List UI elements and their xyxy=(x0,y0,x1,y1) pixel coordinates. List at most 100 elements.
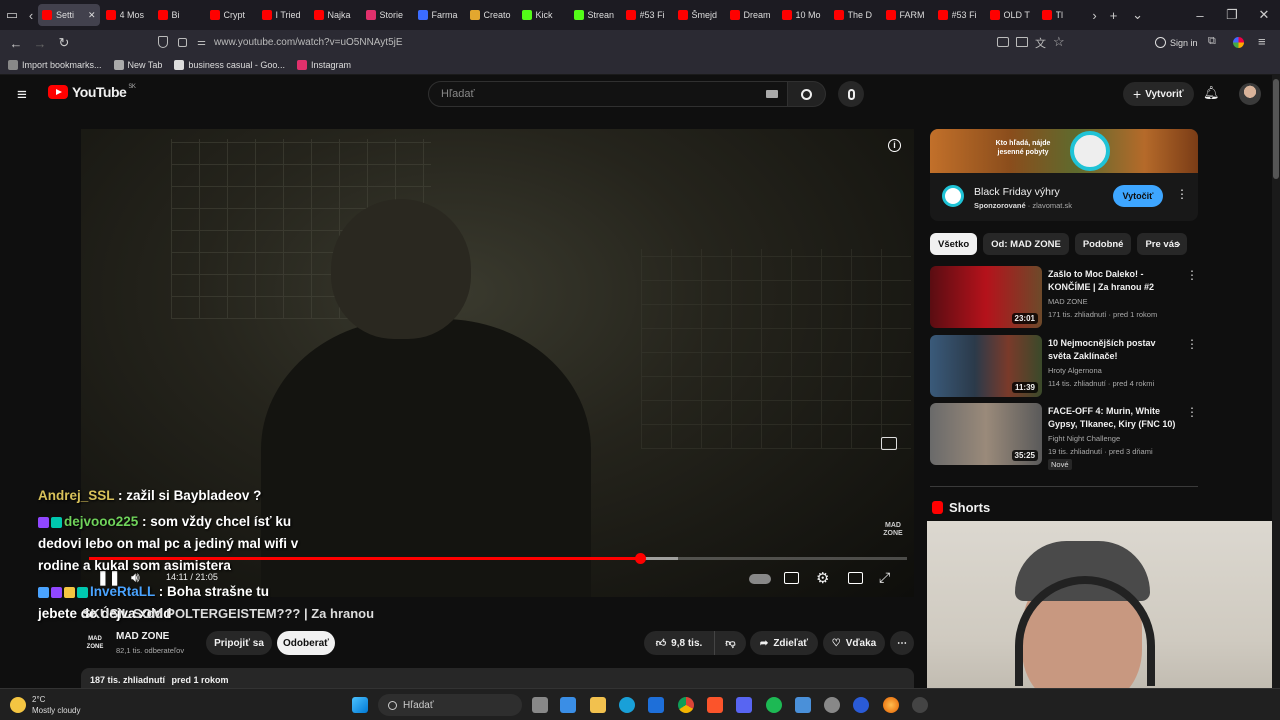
thanks-button[interactable]: ♡ Vďaka xyxy=(823,631,885,655)
channel-watermark[interactable]: MAD ZONE xyxy=(881,522,905,538)
recommended-video[interactable]: 11:39 10 Nejmocnějších postav světa Zaklí… xyxy=(930,335,1198,397)
browser-tab[interactable]: OLD T xyxy=(986,4,1036,26)
browser-tab[interactable]: #53 Fi xyxy=(934,4,984,26)
close-tab-icon[interactable]: ✕ xyxy=(88,10,96,21)
browser-tab[interactable]: Setti ✕ xyxy=(38,4,100,26)
recommended-video[interactable]: 35:25 FACE-OFF 4: Murin, White Gypsy, Tlk… xyxy=(930,403,1198,470)
browser-tab[interactable]: Najka xyxy=(310,4,360,26)
recommended-video-title[interactable]: 10 Nejmocnějších postav světa Zaklínače! xyxy=(1048,337,1178,363)
join-button[interactable]: Pripojiť sa xyxy=(206,631,272,655)
browser-tab[interactable]: Creato xyxy=(466,4,516,26)
video-thumbnail[interactable]: 35:25 xyxy=(930,403,1042,465)
video-menu-icon[interactable]: ⋮ xyxy=(1186,268,1198,282)
bookmark-item[interactable]: Instagram xyxy=(296,60,351,70)
video-thumbnail[interactable]: 23:01 xyxy=(930,266,1042,328)
browser-tab[interactable]: The D xyxy=(830,4,880,26)
edge-icon[interactable] xyxy=(619,697,635,713)
recommended-channel-name[interactable]: MAD ZONE xyxy=(1048,297,1088,306)
file-explorer-icon[interactable] xyxy=(590,697,606,713)
sign-in-button[interactable]: Sign in xyxy=(1155,37,1198,48)
video-menu-icon[interactable]: ⋮ xyxy=(1186,405,1198,419)
filter-chip[interactable]: Podobné xyxy=(1074,233,1132,255)
browser-tab[interactable]: Bi xyxy=(154,4,204,26)
chips-next-icon[interactable]: › xyxy=(1176,235,1181,251)
search-input[interactable]: Hľadať xyxy=(428,81,788,107)
theater-mode-icon[interactable] xyxy=(848,572,863,584)
more-actions-button[interactable]: ⋯ xyxy=(890,631,914,655)
share-button[interactable]: ➦ Zdieľať xyxy=(750,631,818,655)
recommended-channel-name[interactable]: Fight Night Challenge xyxy=(1048,434,1120,443)
extensions-icon[interactable]: ⧉ xyxy=(1208,35,1216,48)
bookmark-star-icon[interactable]: ☆ xyxy=(1053,34,1065,50)
recommended-channel-name[interactable]: Hroty Algernona xyxy=(1048,366,1102,375)
browser-tab[interactable]: Dream xyxy=(726,4,776,26)
chrome-icon[interactable] xyxy=(678,697,694,713)
tab-list-icon[interactable]: ▭ xyxy=(0,4,24,26)
hamburger-menu-icon[interactable]: ≡ xyxy=(17,85,27,105)
profile-extension-icon[interactable] xyxy=(1233,37,1244,48)
keyboard-icon[interactable] xyxy=(766,90,778,98)
browser-tab[interactable]: Šmejd xyxy=(674,4,724,26)
search-button[interactable] xyxy=(788,81,826,107)
firefox-icon[interactable] xyxy=(883,697,899,713)
filter-chip[interactable]: Od: MAD ZONE xyxy=(983,233,1069,255)
browser-tab[interactable]: FARM xyxy=(882,4,932,26)
browser-tab[interactable]: 4 Mos xyxy=(102,4,152,26)
dislike-button[interactable]: 👎︎ xyxy=(714,631,746,655)
lock-icon[interactable] xyxy=(178,38,187,47)
pip-icon[interactable] xyxy=(997,37,1009,47)
url-bar[interactable]: www.youtube.com/watch?v=uO5NNAyt5jE xyxy=(214,37,403,48)
subscribe-button[interactable]: Odoberať xyxy=(277,631,335,655)
subtitles-icon[interactable] xyxy=(784,572,799,584)
browser-tab[interactable]: Tl xyxy=(1038,4,1088,26)
video-info-icon[interactable]: i xyxy=(888,139,901,152)
ad-cta-button[interactable]: Vytočiť xyxy=(1113,185,1163,207)
list-all-tabs-icon[interactable]: ⌄ xyxy=(1126,4,1150,26)
forward-icon[interactable]: → xyxy=(28,32,52,54)
youtube-logo[interactable]: YouTube SK xyxy=(48,84,136,100)
bookmark-item[interactable]: Import bookmarks... xyxy=(8,60,102,70)
settings-gear-icon[interactable]: ⚙︎ xyxy=(816,569,829,587)
minimize-icon[interactable]: – xyxy=(1184,4,1216,26)
scroll-tabs-left-icon[interactable]: ‹ xyxy=(24,4,38,26)
spotify-icon[interactable] xyxy=(766,697,782,713)
browser-tab[interactable]: 10 Mo xyxy=(778,4,828,26)
browser-tab[interactable]: Strean xyxy=(570,4,620,26)
task-view-icon[interactable] xyxy=(532,697,548,713)
notifications-bell-icon[interactable]: 🔔︎ xyxy=(1203,85,1220,101)
progress-scrubber[interactable] xyxy=(634,553,646,564)
page-scrollbar[interactable] xyxy=(1272,75,1280,688)
maximize-icon[interactable]: ❐ xyxy=(1216,4,1248,26)
video-menu-icon[interactable]: ⋮ xyxy=(1186,337,1198,351)
bookmark-item[interactable]: New Tab xyxy=(113,60,162,70)
video-thumbnail[interactable]: 11:39 xyxy=(930,335,1042,397)
app-icon[interactable] xyxy=(648,697,664,713)
notepad-icon[interactable] xyxy=(795,697,811,713)
miniplayer-icon[interactable] xyxy=(881,437,897,450)
create-button[interactable]: + Vytvoriť xyxy=(1123,82,1194,106)
app-menu-icon[interactable]: ≡ xyxy=(1258,34,1266,49)
shorts-header[interactable]: Shorts xyxy=(932,500,990,515)
like-button[interactable]: 👍︎ 9,8 tis. xyxy=(644,631,714,655)
discord-icon[interactable] xyxy=(736,697,752,713)
browser-tab[interactable]: Crypt xyxy=(206,4,256,26)
brave-icon[interactable] xyxy=(707,697,723,713)
ad-title[interactable]: Black Friday výhry xyxy=(974,186,1060,198)
taskbar-search[interactable]: Hľadať xyxy=(378,694,522,716)
reader-view-icon[interactable] xyxy=(1016,37,1028,47)
filter-chip[interactable]: Všetko xyxy=(930,233,978,255)
start-icon[interactable] xyxy=(352,697,368,713)
permissions-icon[interactable]: ⚌ xyxy=(197,37,206,48)
back-icon[interactable]: ← xyxy=(4,32,28,54)
fullscreen-icon[interactable]: ⤢ xyxy=(879,569,890,586)
browser-tab[interactable]: #53 Fi xyxy=(622,4,672,26)
new-tab-button[interactable]: + xyxy=(1102,4,1126,26)
browser-tab[interactable]: I Tried xyxy=(258,4,308,26)
avatar[interactable] xyxy=(1239,83,1261,105)
close-window-icon[interactable]: ✕ xyxy=(1248,4,1280,26)
shield-icon[interactable] xyxy=(158,36,168,48)
autoplay-toggle[interactable] xyxy=(749,574,771,584)
settings-icon[interactable] xyxy=(824,697,840,713)
sponsored-ad[interactable]: Kto hľadá, nájde jesenné pobyty Black Fr… xyxy=(930,129,1198,221)
recommended-video-title[interactable]: FACE-OFF 4: Murin, White Gypsy, Tlkanec,… xyxy=(1048,405,1178,431)
